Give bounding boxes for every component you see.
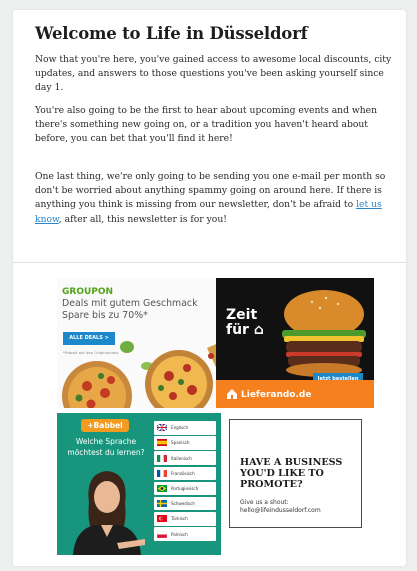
house-icon: ⌂ <box>253 322 264 338</box>
lieferando-logo: Lieferando.de <box>241 390 312 400</box>
turkey-flag-icon <box>157 515 167 523</box>
uk-flag-icon <box>157 424 167 432</box>
language-list: Englisch Spanisch Italienisch Französisc… <box>154 421 216 543</box>
brazil-flag-icon <box>157 485 167 492</box>
groupon-ad[interactable]: GROUPON Deals mit gutem Geschmack Spare … <box>57 278 221 408</box>
language-option[interactable]: Polnisch <box>154 527 216 541</box>
groupon-headline: Deals mit gutem Geschmack <box>62 298 198 309</box>
promote-email[interactable]: hello@lifeindusseldorf.com <box>240 507 321 514</box>
language-label: Spanisch <box>171 440 190 446</box>
lieferando-house-icon <box>227 389 237 399</box>
language-label: Türkisch <box>171 516 188 522</box>
zeit-line: Zeit <box>226 307 258 323</box>
language-option[interactable]: Spanisch <box>154 436 216 450</box>
babbel-question-line2: möchtest du lernen? <box>67 448 145 457</box>
fuer-line: für ⌂ <box>226 323 264 338</box>
intro-paragraph: Now that you're here, you've gained acce… <box>35 54 392 94</box>
language-label: Portugiesisch <box>171 486 199 491</box>
language-label: Englisch <box>171 425 189 431</box>
groupon-logo: GROUPON <box>62 287 114 297</box>
spain-flag-icon <box>157 439 167 447</box>
language-option[interactable]: Portugiesisch <box>154 481 216 496</box>
france-flag-icon <box>157 469 167 477</box>
groupon-discount: Spare bis zu 70%* <box>62 310 148 321</box>
promote-box[interactable]: HAVE A BUSINESS YOU'D LIKE TO PROMOTE? G… <box>229 419 362 528</box>
lieferando-ad[interactable]: Zeit für ⌂ Jetzt bestellen Lieferando.de <box>216 278 374 408</box>
sweden-flag-icon <box>157 500 167 508</box>
fuer-text: für <box>226 322 249 338</box>
closing-text-end: , after all, this newsletter is for you! <box>58 213 227 225</box>
newsletter-card: Welcome to Life in Düsseldorf Now that y… <box>13 10 406 566</box>
events-paragraph: You're also going to be the first to hea… <box>35 105 378 145</box>
woman-photo <box>73 471 145 555</box>
language-label: Französisch <box>171 470 195 476</box>
newsletter-title: Welcome to Life in Düsseldorf <box>35 24 308 43</box>
language-label: Polnisch <box>171 531 188 537</box>
promote-title: HAVE A BUSINESS YOU'D LIKE TO PROMOTE? <box>240 457 343 490</box>
language-option[interactable]: Schwedisch <box>154 496 216 511</box>
poland-flag-icon <box>157 530 167 538</box>
language-option[interactable]: Englisch <box>154 421 216 435</box>
zeit-headline: Zeit für ⌂ <box>226 308 264 338</box>
promote-subtitle: Give us a shout: <box>240 499 289 506</box>
closing-paragraph: One last thing, we're only going to be s… <box>35 170 395 227</box>
pizza-image <box>62 341 221 408</box>
language-option[interactable]: Türkisch <box>154 512 216 526</box>
language-option[interactable]: Französisch <box>154 466 216 481</box>
language-label: Italienisch <box>171 455 192 461</box>
babbel-ad[interactable]: +Babbel Welche Sprache möchtest du lerne… <box>57 413 221 555</box>
closing-text-start: One last thing, we're only going to be s… <box>35 171 386 211</box>
language-option[interactable]: Italienisch <box>154 451 216 465</box>
language-label: Schwedisch <box>171 501 196 507</box>
burger-image <box>282 290 366 377</box>
italy-flag-icon <box>157 454 167 462</box>
babbel-logo: +Babbel <box>81 419 129 432</box>
babbel-question-line1: Welche Sprache <box>75 437 137 446</box>
section-divider <box>13 262 406 263</box>
